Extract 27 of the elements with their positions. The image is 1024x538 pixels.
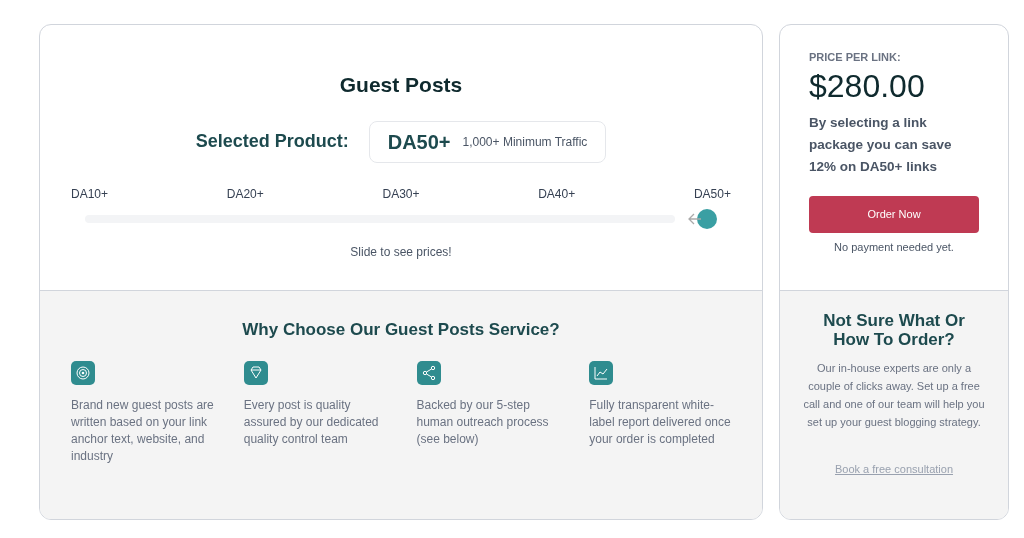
section-heading: Why Choose Our Guest Posts Service? [242,319,560,341]
help-text: Our in-house experts are only a couple of clicks away. Set up a free call and one of our team will help you set up your guest blogging strategy. [802,361,986,430]
slider-stop-label: DA50+ [693,185,731,203]
slider-thumb[interactable] [697,208,717,229]
slider[interactable] [85,208,717,229]
product-name: DA50+ [387,129,451,155]
slider-hint: Slide to see prices! [350,243,452,261]
target-icon [71,360,95,385]
slider-stop-label: DA10+ [71,185,109,203]
product-title: Guest Posts [339,72,463,98]
price-amount: $280.00 [809,69,926,102]
feature-text: Every post is quality assured by our dedicated quality control team [243,396,380,448]
feature-text: Brand new guest posts are written based on your link anchor text, website, and industry [71,396,215,465]
help-heading: Not Sure What Or How To Order? [822,311,966,349]
price-label: PRICE PER LINK: [809,50,902,65]
feature-text: Backed by our 5-step human outreach process (see below) [416,396,550,448]
order-now-button[interactable]: Order Now [809,195,979,233]
slider-stop-label: DA30+ [382,185,420,203]
selected-product-label: Selected Product: [195,130,349,153]
savings-text: By selecting a link package you can save 12% on DA50+ links [809,113,953,176]
share-icon [416,360,441,385]
payment-note: No payment needed yet. [833,239,955,255]
slider-stop-label: DA40+ [538,185,576,203]
slider-stop-label: DA20+ [226,185,264,203]
chart-icon [589,360,614,385]
product-traffic: 1,000+ Minimum Traffic [462,133,588,151]
feature-text: Fully transparent white-label report delivered once your order is completed [589,396,732,448]
